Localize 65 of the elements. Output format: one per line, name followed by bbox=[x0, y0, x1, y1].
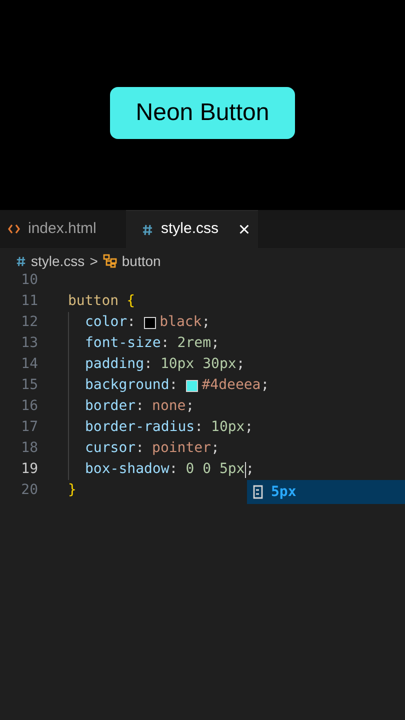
property-name: border-radius bbox=[85, 418, 195, 437]
snippet-icon bbox=[253, 485, 263, 499]
number-value: 0 0 5px bbox=[186, 460, 245, 479]
punctuation-text: : bbox=[169, 460, 178, 479]
line-number: 15 bbox=[20, 376, 38, 395]
breadcrumb-symbol[interactable]: button bbox=[122, 250, 161, 272]
punctuation-text: ; bbox=[236, 355, 245, 374]
neon-button[interactable]: Neon Button bbox=[110, 87, 296, 139]
line-number: 11 bbox=[20, 292, 38, 311]
tab-label: style.css bbox=[161, 219, 219, 240]
punctuation-text: : bbox=[136, 439, 144, 458]
line-number: 20 bbox=[20, 481, 38, 500]
editor-tab[interactable]: style.css × bbox=[126, 210, 258, 248]
number-value: 10px 30px bbox=[160, 355, 236, 374]
punctuation-text: : bbox=[136, 397, 144, 416]
text-cursor bbox=[244, 462, 246, 478]
keyword-value: pointer bbox=[152, 439, 212, 458]
line-number: 10 bbox=[20, 271, 38, 290]
property-name: cursor bbox=[85, 439, 136, 458]
punctuation-text: : bbox=[169, 376, 178, 395]
punctuation-text: ; bbox=[211, 439, 220, 458]
punctuation-text: : bbox=[144, 355, 152, 374]
property-name: font-size bbox=[85, 334, 161, 353]
hash-icon bbox=[142, 224, 153, 236]
line-number: 14 bbox=[20, 355, 38, 374]
color-swatch[interactable] bbox=[186, 380, 198, 392]
punctuation-text: ; bbox=[186, 397, 194, 416]
editor-tab[interactable]: index.html bbox=[0, 210, 126, 248]
line-number: 16 bbox=[20, 397, 38, 416]
punctuation-text: ; bbox=[244, 418, 254, 437]
line-number: 17 bbox=[20, 418, 38, 437]
hash-icon bbox=[16, 256, 26, 266]
breadcrumb-file[interactable]: style.css bbox=[31, 250, 85, 272]
breadcrumb-separator: > bbox=[90, 252, 98, 270]
punctuation-text: : bbox=[127, 313, 136, 332]
brace-text: } bbox=[68, 481, 76, 500]
punctuation-text: ; bbox=[246, 460, 254, 479]
punctuation-text: : bbox=[160, 334, 170, 353]
property-name: background bbox=[85, 376, 170, 395]
close-button[interactable]: × bbox=[238, 220, 250, 240]
property-name: box-shadow bbox=[85, 460, 170, 479]
line-number: 18 bbox=[20, 439, 38, 458]
selector-text: button bbox=[68, 292, 119, 311]
punctuation-text: ; bbox=[260, 376, 270, 395]
color-swatch[interactable] bbox=[144, 316, 156, 328]
keyword-value: black bbox=[160, 313, 202, 332]
line-number: 12 bbox=[20, 313, 38, 332]
code-brackets-icon bbox=[8, 224, 20, 234]
suggestion-label: 5px bbox=[271, 482, 296, 502]
property-name: border bbox=[85, 397, 136, 416]
number-value: 10px bbox=[211, 418, 245, 437]
property-name: padding bbox=[85, 355, 144, 374]
punctuation-text: ; bbox=[202, 313, 210, 332]
line-number: 13 bbox=[20, 334, 38, 353]
number-value: 2rem bbox=[177, 334, 212, 353]
tab-label: index.html bbox=[28, 218, 96, 239]
property-name: color bbox=[85, 313, 128, 332]
brace-text: { bbox=[126, 292, 136, 311]
line-number: 19 bbox=[20, 460, 38, 479]
keyword-value: none bbox=[152, 397, 186, 416]
punctuation-text: ; bbox=[211, 334, 220, 353]
suggestion-item[interactable]: 5px bbox=[247, 480, 405, 504]
structure-icon bbox=[102, 254, 117, 268]
punctuation-text: : bbox=[194, 418, 204, 437]
keyword-value: #4deeea bbox=[202, 376, 261, 395]
